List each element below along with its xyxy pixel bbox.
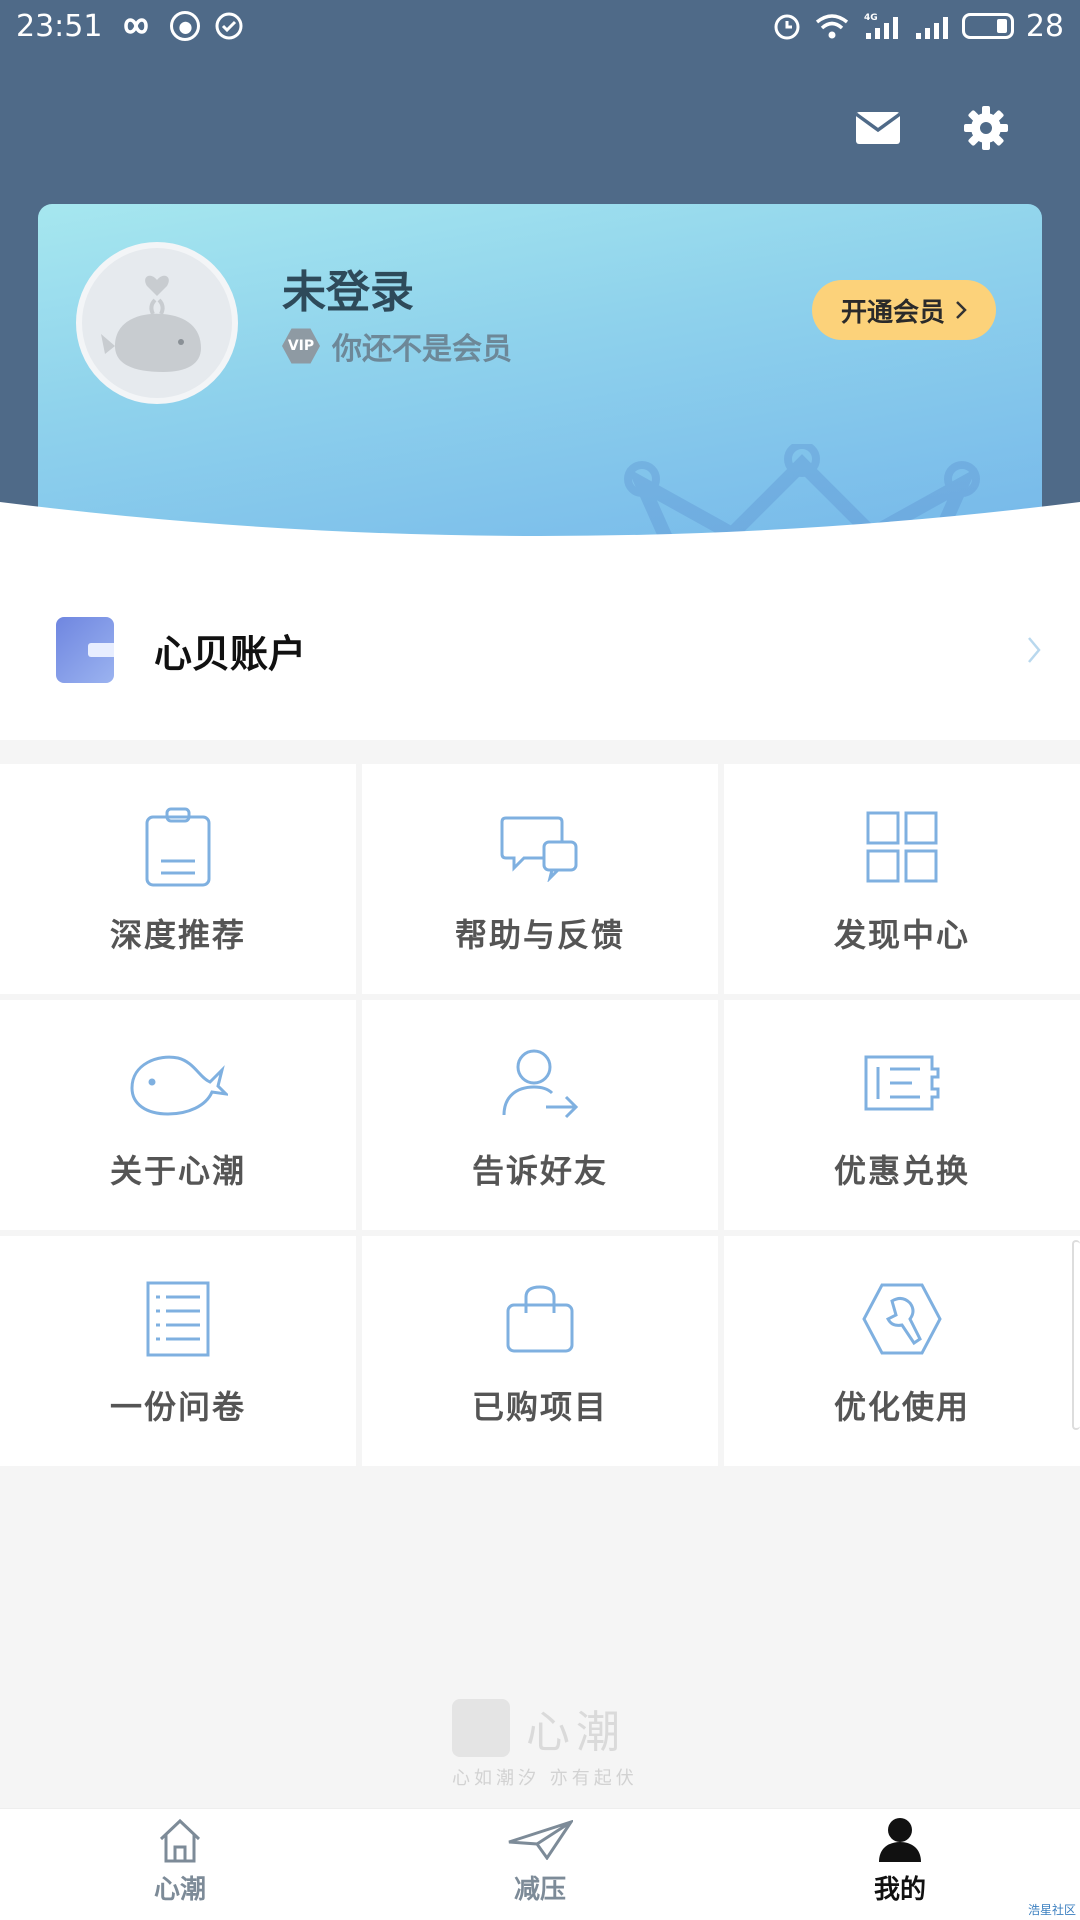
check-circle-icon <box>214 11 244 41</box>
grid-item-label: 关于心潮 <box>109 1152 246 1190</box>
vip-status-row: VIP 你还不是会员 <box>282 324 512 368</box>
grid-item-about[interactable]: 关于心潮 <box>0 1000 356 1230</box>
nav-item-relax[interactable]: 减压 <box>360 1809 720 1920</box>
shopping-bag-icon <box>504 1274 576 1364</box>
nav-item-mine[interactable]: 我的 <box>720 1809 1080 1920</box>
grid-item-label: 告诉好友 <box>471 1152 608 1190</box>
brand-title: 心潮 <box>526 1707 626 1758</box>
battery-icon <box>961 13 1014 39</box>
wallet-row[interactable]: 心贝账户 <box>0 560 1080 740</box>
grid-item-label: 一份问卷 <box>109 1388 246 1426</box>
header-curve <box>0 502 1080 570</box>
signal-icon <box>914 11 950 41</box>
scroll-indicator <box>1072 1240 1080 1430</box>
brand-watermark: 心潮 <box>452 1696 626 1760</box>
grid-item-label: 优惠兑换 <box>833 1152 970 1190</box>
grid-item-optimize[interactable]: 优化使用 <box>724 1236 1080 1466</box>
grid-item-label: 发现中心 <box>833 916 970 954</box>
chevron-right-icon <box>956 301 967 319</box>
status-time: 23:51 <box>16 8 103 44</box>
nav-item-home[interactable]: 心潮 <box>0 1809 360 1920</box>
vip-status-text: 你还不是会员 <box>332 332 512 367</box>
share-user-icon <box>500 1038 580 1128</box>
settings-button[interactable] <box>962 104 1010 152</box>
vip-badge-icon: VIP <box>282 328 320 364</box>
grid-item-coupon-redeem[interactable]: 优惠兑换 <box>724 1000 1080 1230</box>
home-icon <box>157 1815 203 1865</box>
open-membership-button[interactable]: 开通会员 <box>812 280 996 340</box>
infinity-icon <box>116 14 156 38</box>
chat-bubbles-icon <box>500 802 580 892</box>
grid-item-questionnaire[interactable]: 一份问卷 <box>0 1236 356 1466</box>
alarm-icon <box>772 11 802 41</box>
wifi-icon <box>814 12 850 40</box>
ticket-icon <box>862 1038 942 1128</box>
wallet-label: 心贝账户 <box>154 631 307 676</box>
nav-label: 心潮 <box>153 1875 206 1905</box>
chevron-right-icon <box>1028 637 1041 663</box>
grid-item-deep-recommend[interactable]: 深度推荐 <box>0 764 356 994</box>
grid-item-help-feedback[interactable]: 帮助与反馈 <box>362 764 718 994</box>
battery-level: 28 <box>1025 8 1064 44</box>
grid-item-tell-friends[interactable]: 告诉好友 <box>362 1000 718 1230</box>
grid-item-label: 已购项目 <box>471 1388 608 1426</box>
grid-item-label: 深度推荐 <box>109 916 246 954</box>
bottom-navigation: 心潮 减压 我的 <box>0 1808 1080 1920</box>
corner-watermark: 浩星社区 <box>1027 1903 1076 1917</box>
svg-text:4G: 4G <box>864 13 878 23</box>
brand-slogan: 心如潮汐 亦有起伏 <box>452 1768 638 1789</box>
grid-item-discovery-center[interactable]: 发现中心 <box>724 764 1080 994</box>
whale-icon <box>128 1038 228 1128</box>
status-bar: 23:51 ● 4G 28 <box>0 0 1080 52</box>
top-actions <box>854 104 1010 152</box>
grid-icon <box>866 802 938 892</box>
messages-button[interactable] <box>854 104 902 152</box>
signal-4g-icon: 4G <box>862 11 902 41</box>
clipboard-icon <box>143 802 213 892</box>
document-list-icon <box>146 1274 210 1364</box>
user-name[interactable]: 未登录 <box>282 256 414 320</box>
grid-item-label: 帮助与反馈 <box>454 916 625 954</box>
wallet-icon <box>56 617 114 683</box>
wrench-icon <box>862 1274 942 1364</box>
whale-avatar-icon <box>101 275 201 372</box>
brand-logo-icon <box>452 1699 510 1757</box>
grid-item-label: 优化使用 <box>833 1388 970 1426</box>
open-membership-label: 开通会员 <box>840 297 945 328</box>
nav-label: 我的 <box>873 1875 926 1905</box>
paper-plane-icon <box>507 1815 573 1865</box>
grid-item-purchased[interactable]: 已购项目 <box>362 1236 718 1466</box>
app-notification-icon: ● <box>170 11 201 41</box>
gear-icon <box>964 106 1008 150</box>
person-icon <box>877 1815 923 1865</box>
nav-label: 减压 <box>513 1875 566 1905</box>
feature-grid: 深度推荐 帮助与反馈 发现中心 关于心潮 告诉好友 优惠兑换 一份问卷 已购项目… <box>0 764 1080 1466</box>
avatar[interactable] <box>76 242 238 404</box>
mail-icon <box>854 112 902 144</box>
